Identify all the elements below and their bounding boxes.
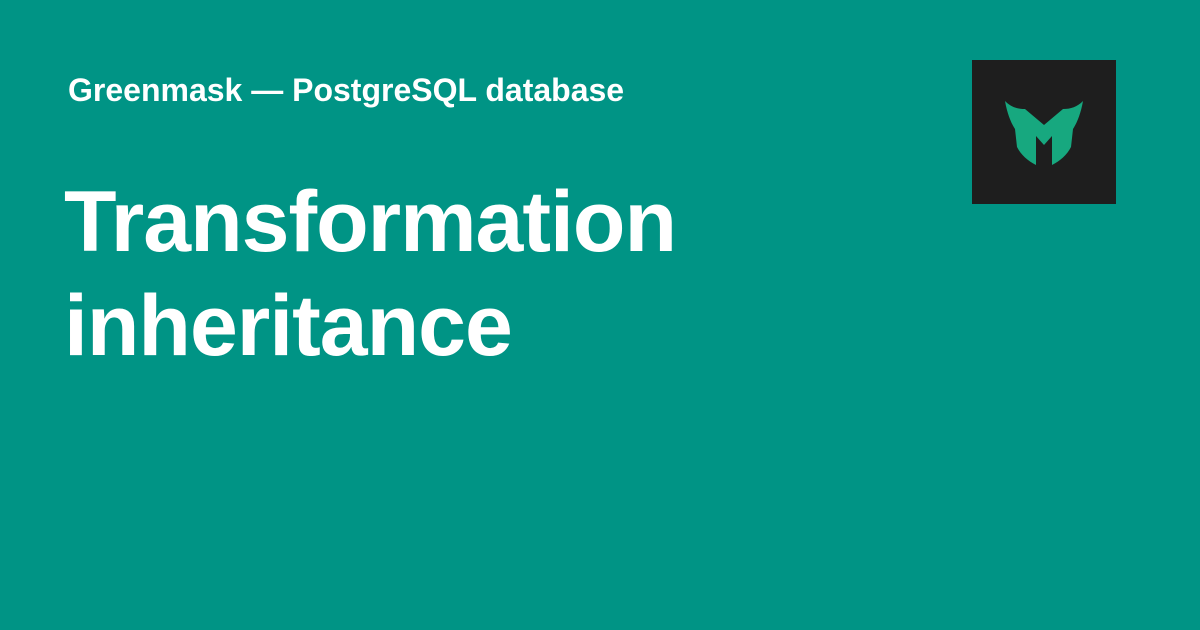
greenmask-logo-icon bbox=[1005, 101, 1083, 165]
page-title: Transformation inheritance bbox=[64, 174, 677, 374]
social-card: Greenmask — PostgreSQL database Transfor… bbox=[0, 0, 1200, 630]
logo bbox=[972, 60, 1116, 204]
site-title: Greenmask — PostgreSQL database bbox=[68, 72, 625, 108]
